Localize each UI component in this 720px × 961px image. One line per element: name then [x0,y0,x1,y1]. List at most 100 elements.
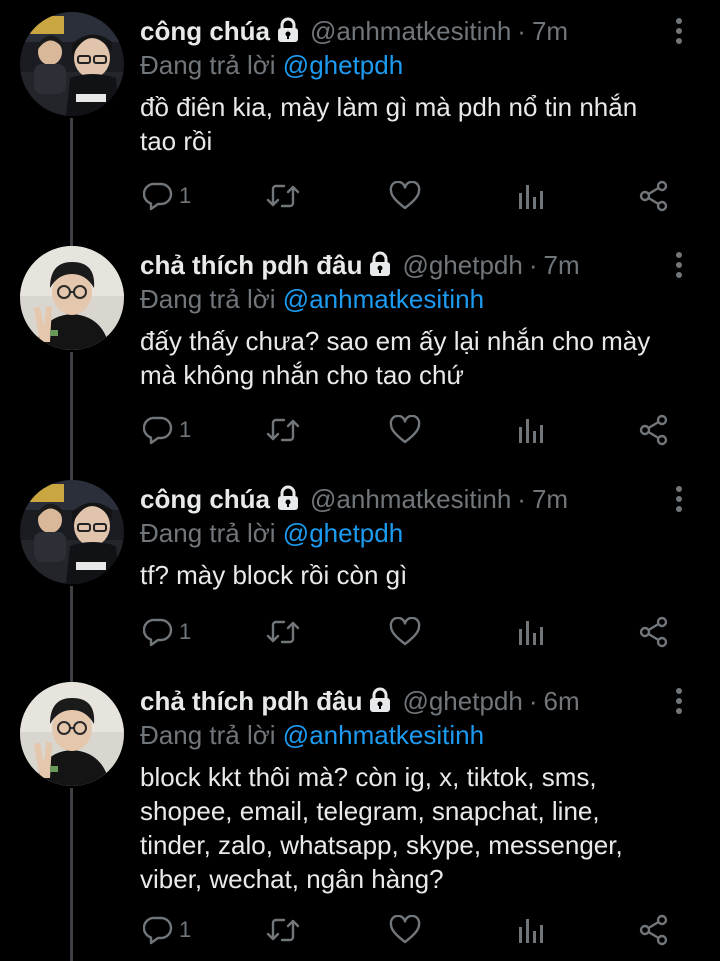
like-icon [389,617,421,646]
retweet-button[interactable] [266,612,300,652]
tweet-text: đồ điên kia, mày làm gì mà pdh nổ tin nh… [140,90,700,158]
reply-context: Đang trả lời @anhmatkesitinh [140,282,484,316]
avatar-photo-peace-icon [20,682,124,786]
retweet-button[interactable] [266,910,300,950]
retweet-button[interactable] [266,410,300,450]
timestamp[interactable]: 6m [544,686,580,716]
reply-button[interactable]: 1 [143,176,191,216]
user-handle[interactable]: @anhmatkesitinh [310,16,511,46]
tweet-text-line: shopee, email, telegram, snapchat, line, [140,796,600,826]
tweet-text: block kkt thôi mà? còn ig, x, tiktok, sm… [140,760,700,896]
views-icon [519,621,543,645]
views-button[interactable] [518,410,544,450]
reply-prefix: Đang trả lời [140,50,276,80]
retweet-icon [266,418,300,442]
views-button[interactable] [518,612,544,652]
like-icon [389,415,421,444]
tweet-actions: 1 [0,410,720,450]
like-button[interactable] [389,410,421,450]
tweet-header: công chúa @anhmatkesitinh · 7m [140,14,664,51]
tweet-text-line: đấy thấy chưa? sao em ấy lại nhắn cho mà… [140,326,651,356]
reply-count: 1 [179,619,192,644]
views-button[interactable] [518,176,544,216]
tweet-actions: 1 [0,612,720,652]
views-icon [519,419,543,443]
display-name[interactable]: chả thích pdh đâu [140,686,362,716]
reply-to-link[interactable]: @ghetpdh [283,518,403,548]
reply-context: Đang trả lời @anhmatkesitinh [140,718,484,752]
share-icon [639,414,668,446]
reply-icon [143,416,173,445]
display-name[interactable]: công chúa [140,484,270,514]
more-icon[interactable] [674,486,684,516]
separator-dot: · [517,16,526,46]
avatar[interactable] [20,246,124,350]
avatar[interactable] [20,12,124,116]
share-button[interactable] [638,612,670,652]
tweet-text: tf? mày block rồi còn gì [140,558,700,592]
more-icon[interactable] [674,252,684,282]
tweet-text-line: đồ điên kia, mày làm gì mà pdh nổ tin nh… [140,92,638,122]
tweet[interactable]: công chúa @anhmatkesitinh · 7m Đang trả lời… [0,468,720,670]
reply-button[interactable]: 1 [143,910,191,950]
display-name[interactable]: công chúa [140,16,270,46]
like-icon [389,181,421,210]
timestamp[interactable]: 7m [532,16,568,46]
reply-to-link[interactable]: @anhmatkesitinh [283,720,484,750]
timestamp[interactable]: 7m [544,250,580,280]
reply-to-link[interactable]: @anhmatkesitinh [283,284,484,314]
lock-icon [368,251,392,285]
avatar[interactable] [20,682,124,786]
share-icon [639,616,668,648]
tweet-text-line: viber, wechat, ngân hàng? [140,864,444,894]
tweet-text-line: tao rồi [140,126,213,156]
retweet-icon [266,620,300,644]
avatar-photo-gaming-icon [20,480,124,584]
tweet-header: chả thích pdh đâu @ghetpdh · 7m [140,248,664,285]
avatar[interactable] [20,480,124,584]
timestamp[interactable]: 7m [532,484,568,514]
reply-icon [143,182,173,211]
reply-count: 1 [179,183,192,208]
reply-prefix: Đang trả lời [140,284,276,314]
more-icon[interactable] [674,688,684,718]
user-handle[interactable]: @ghetpdh [402,686,522,716]
retweet-button[interactable] [266,176,300,216]
reply-button[interactable]: 1 [143,612,191,652]
user-handle[interactable]: @anhmatkesitinh [310,484,511,514]
reply-icon [143,916,173,945]
avatar-photo-peace-icon [20,246,124,350]
tweet[interactable]: công chúa @anhmatkesitinh · 7m Đang trả lời… [0,0,720,234]
share-button[interactable] [638,910,670,950]
more-icon[interactable] [674,18,684,48]
tweet-text-line: tf? mày block rồi còn gì [140,560,408,590]
reply-prefix: Đang trả lời [140,518,276,548]
separator-dot: · [528,250,538,280]
tweet-header: công chúa @anhmatkesitinh · 7m [140,482,664,519]
tweet[interactable]: chả thích pdh đâu @ghetpdh · 7m Đang trả lờ… [0,234,720,468]
share-button[interactable] [638,410,670,450]
like-button[interactable] [389,910,421,950]
tweet-actions: 1 [0,910,720,950]
lock-icon [276,485,300,519]
display-name[interactable]: chả thích pdh đâu [140,250,362,280]
avatar-photo-gaming-icon [20,12,124,116]
reply-button[interactable]: 1 [143,410,191,450]
like-button[interactable] [389,176,421,216]
retweet-icon [266,918,300,942]
reply-count: 1 [179,917,192,942]
user-handle[interactable]: @ghetpdh [402,250,522,280]
views-icon [519,919,543,943]
separator-dot: · [517,484,526,514]
lock-icon [368,687,392,721]
like-button[interactable] [389,612,421,652]
tweet-text-line: block kkt thôi mà? còn ig, x, tiktok, sm… [140,762,597,792]
views-button[interactable] [518,910,544,950]
tweet[interactable]: chả thích pdh đâu @ghetpdh · 6m Đang trả lờ… [0,670,720,961]
share-button[interactable] [638,176,670,216]
reply-context: Đang trả lời @ghetpdh [140,516,403,550]
tweet-text: đấy thấy chưa? sao em ấy lại nhắn cho mà… [140,324,700,392]
reply-to-link[interactable]: @ghetpdh [283,50,403,80]
separator-dot: · [528,686,538,716]
views-icon [519,185,543,209]
